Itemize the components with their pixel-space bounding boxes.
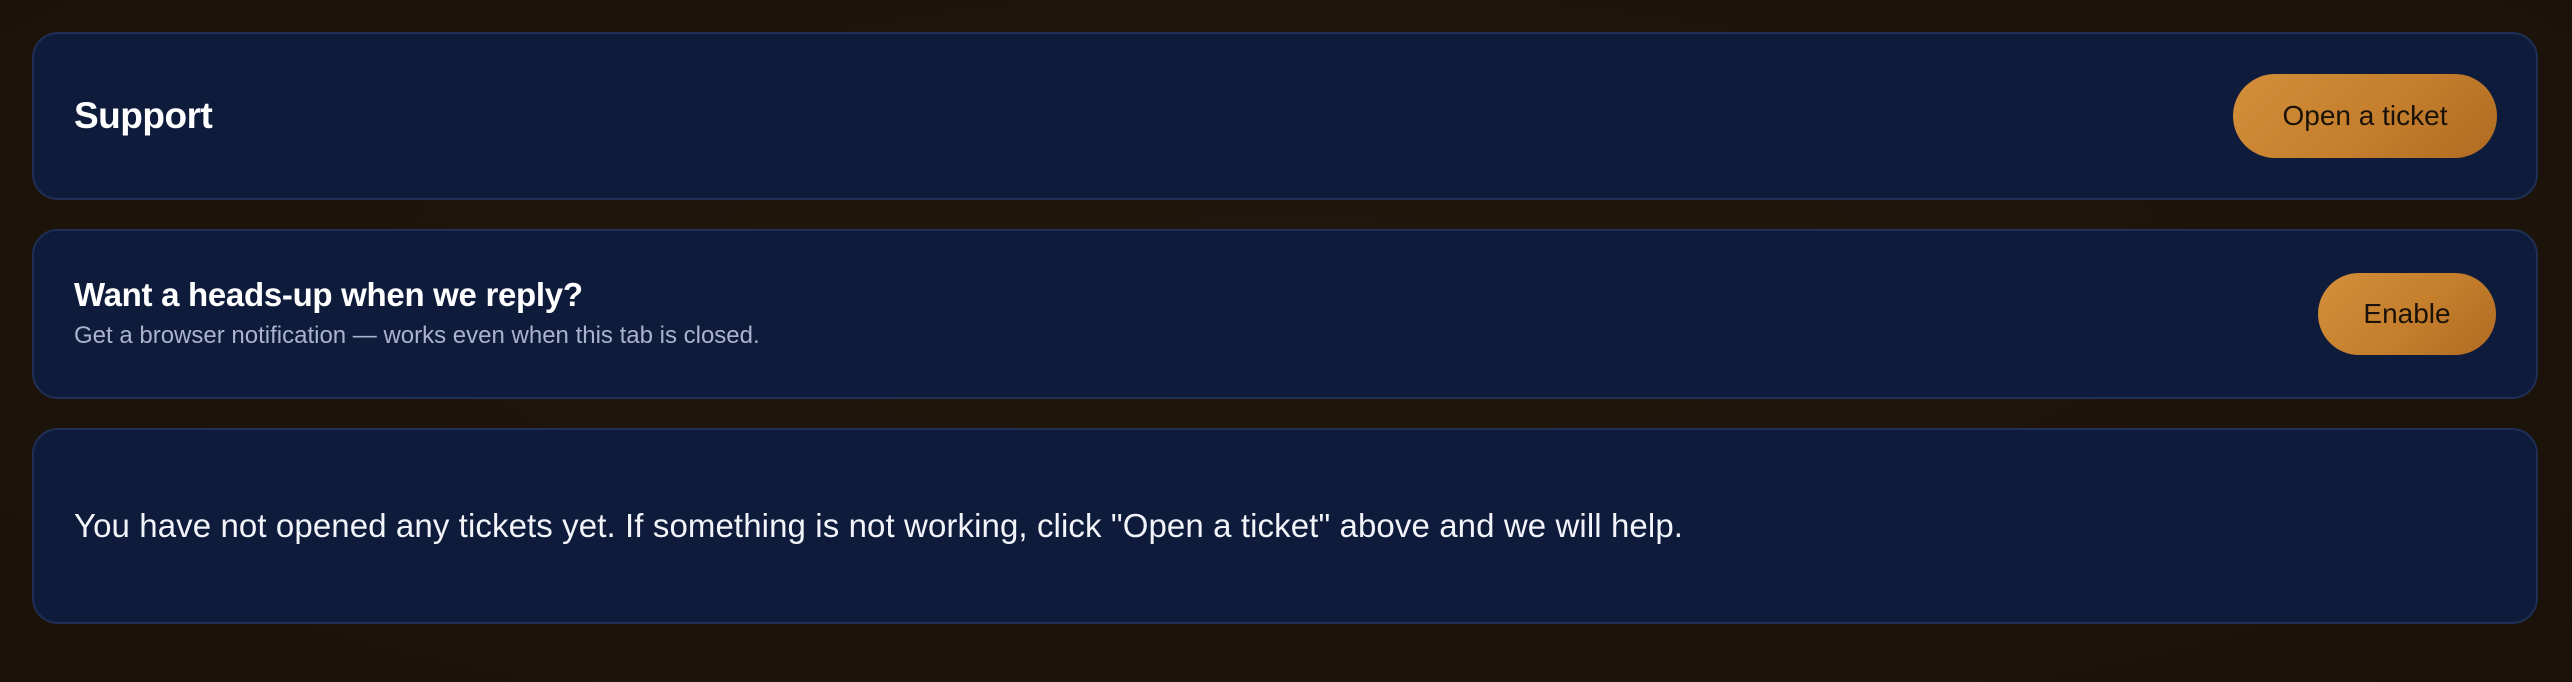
- notification-text-group: Want a heads-up when we reply? Get a bro…: [74, 275, 760, 353]
- support-header-card: Support Open a ticket: [32, 32, 2538, 200]
- enable-notifications-button[interactable]: Enable: [2318, 273, 2496, 355]
- open-ticket-button[interactable]: Open a ticket: [2233, 74, 2497, 158]
- tickets-empty-state-card: You have not opened any tickets yet. If …: [32, 428, 2538, 624]
- support-page: Support Open a ticket Want a heads-up wh…: [0, 0, 2572, 682]
- empty-state-message: You have not opened any tickets yet. If …: [74, 507, 1684, 544]
- notification-opt-in-card: Want a heads-up when we reply? Get a bro…: [32, 229, 2538, 399]
- notification-subtitle: Get a browser notification — works even …: [74, 322, 760, 349]
- notification-title: Want a heads-up when we reply?: [74, 276, 583, 313]
- page-title: Support: [74, 95, 213, 136]
